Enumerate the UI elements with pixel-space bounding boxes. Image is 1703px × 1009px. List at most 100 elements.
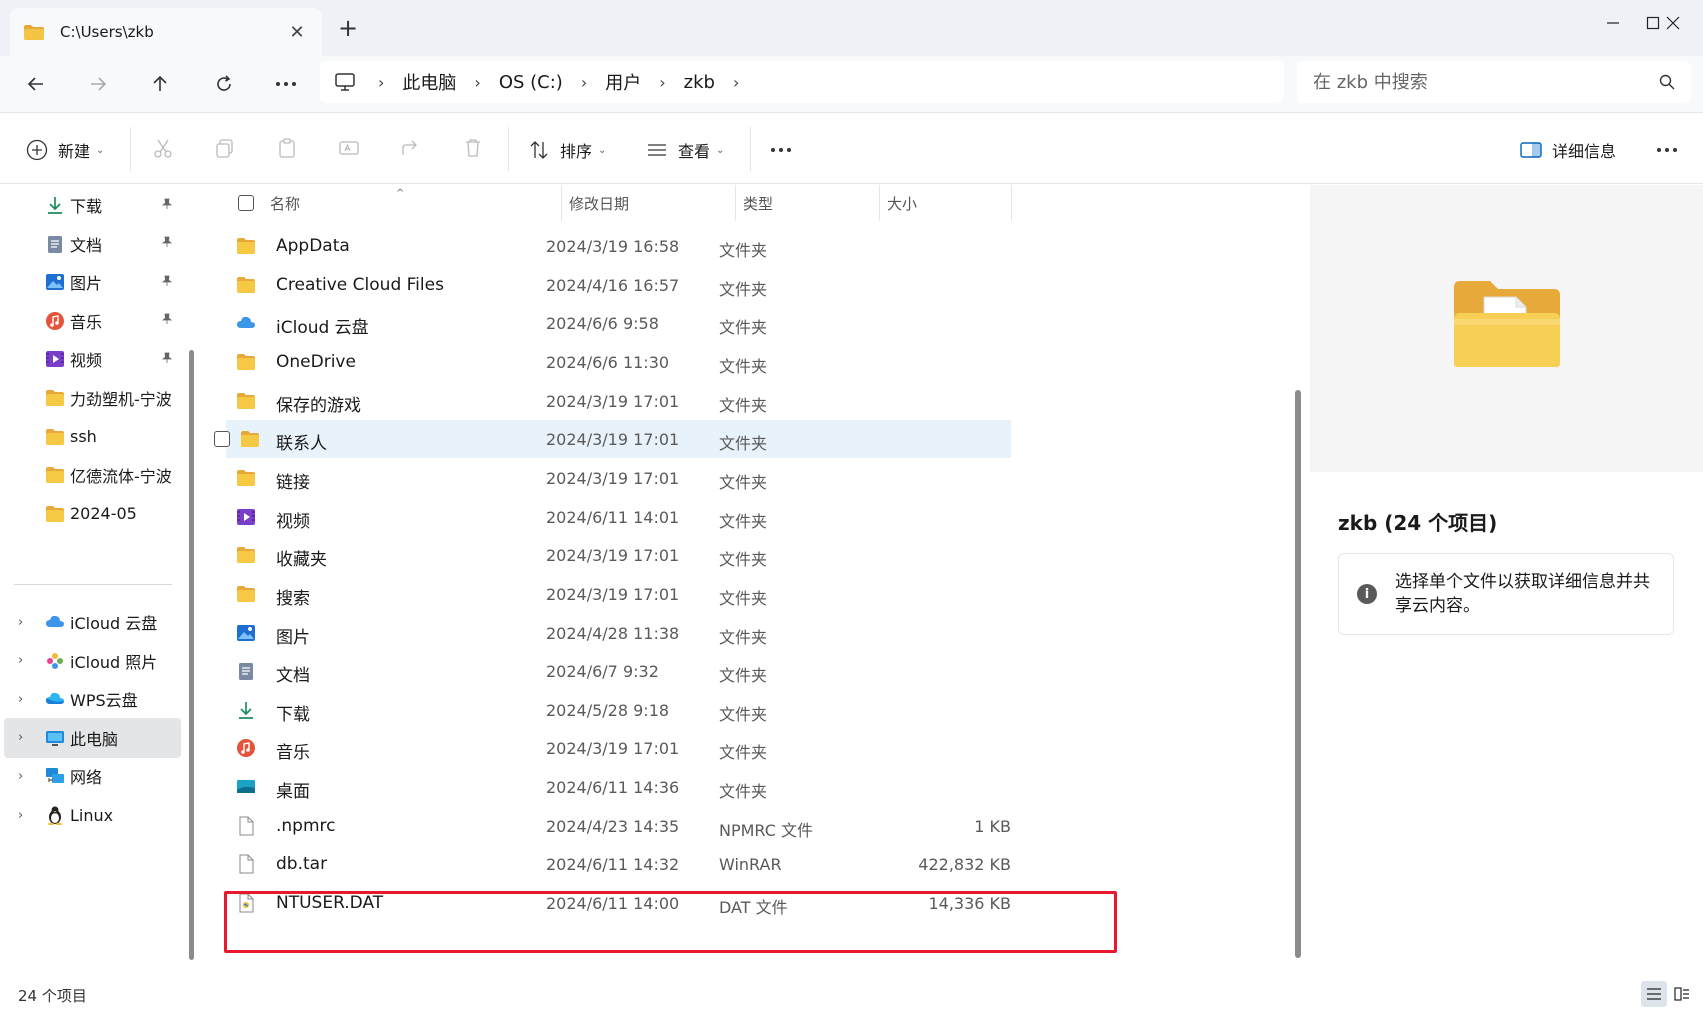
- file-modified: 2024/4/16 16:57: [546, 275, 680, 295]
- sidebar-item-location[interactable]: › 网络: [4, 756, 181, 796]
- search-icon[interactable]: [1659, 74, 1675, 90]
- cut-icon[interactable]: [152, 137, 174, 159]
- sidebar-item-quick[interactable]: 力劲塑机-宁波: [4, 378, 181, 418]
- file-row[interactable]: OneDrive 2024/6/6 11:30 文件夹: [226, 343, 1011, 381]
- search-box[interactable]: [1297, 61, 1691, 103]
- back-arrow-icon[interactable]: [18, 68, 54, 100]
- sidebar-item-location[interactable]: › WPS云盘: [4, 679, 181, 719]
- file-row[interactable]: 搜索 2024/3/19 17:01 文件夹: [226, 575, 1011, 613]
- pin-icon[interactable]: [161, 352, 173, 367]
- sort-button[interactable]: 排序 ⌄: [528, 133, 606, 167]
- file-row[interactable]: db.tar 2024/6/11 14:32 WinRAR 422,832 KB: [226, 845, 1011, 883]
- sidebar-item-quick[interactable]: 视频: [4, 339, 181, 379]
- chevron-right-icon[interactable]: ›: [18, 615, 23, 630]
- tiles-view-button[interactable]: [1669, 981, 1695, 1007]
- breadcrumb-this-pc[interactable]: 此电脑: [402, 69, 456, 95]
- sidebar-item-location[interactable]: › iCloud 云盘: [4, 602, 181, 642]
- file-row[interactable]: 桌面 2024/6/11 14:36 文件夹: [226, 768, 1011, 806]
- file-row[interactable]: .npmrc 2024/4/23 14:35 NPMRC 文件 1 KB: [226, 807, 1011, 845]
- copy-icon[interactable]: [214, 137, 236, 159]
- file-list-scrollbar[interactable]: [1295, 390, 1301, 958]
- delete-icon[interactable]: [462, 137, 484, 159]
- file-row[interactable]: 视频 2024/6/11 14:01 文件夹: [226, 498, 1011, 536]
- breadcrumb-zkb[interactable]: zkb: [684, 72, 715, 93]
- details-view-button[interactable]: [1641, 981, 1667, 1007]
- chevron-right-icon[interactable]: ›: [378, 73, 384, 92]
- pin-icon[interactable]: [161, 313, 173, 328]
- file-row[interactable]: Creative Cloud Files 2024/4/16 16:57 文件夹: [226, 266, 1011, 304]
- search-input[interactable]: [1313, 71, 1659, 93]
- pin-icon[interactable]: [161, 275, 173, 290]
- details-pane-button[interactable]: 详细信息: [1520, 133, 1616, 167]
- file-row[interactable]: iCloud 云盘 2024/6/6 9:58 文件夹: [226, 304, 1011, 342]
- chevron-down-icon: ⌄: [96, 144, 105, 156]
- chevron-right-icon[interactable]: ›: [733, 73, 739, 92]
- sidebar-item-label: 亿德流体-宁波: [70, 467, 172, 487]
- refresh-icon[interactable]: [206, 68, 242, 100]
- up-arrow-icon[interactable]: [142, 68, 178, 100]
- file-name: 视频: [276, 511, 310, 532]
- file-name: 搜索: [276, 588, 310, 609]
- sidebar-item-label: iCloud 照片: [70, 652, 158, 672]
- sidebar-item-quick[interactable]: 音乐: [4, 301, 181, 341]
- sidebar-item-location[interactable]: › iCloud 照片: [4, 641, 181, 681]
- file-row[interactable]: 图片 2024/4/28 11:38 文件夹: [226, 614, 1011, 652]
- sidebar-scrollbar[interactable]: [189, 350, 194, 960]
- more-nav-icon[interactable]: [268, 68, 304, 100]
- file-row[interactable]: 联系人 2024/3/19 17:01 文件夹: [214, 420, 1011, 459]
- rename-icon[interactable]: [338, 137, 360, 159]
- chevron-right-icon[interactable]: ›: [659, 73, 665, 92]
- new-button[interactable]: 新建 ⌄: [26, 133, 104, 167]
- file-row[interactable]: 收藏夹 2024/3/19 17:01 文件夹: [226, 536, 1011, 574]
- sidebar-item-quick[interactable]: 2024-05: [4, 494, 181, 534]
- share-icon[interactable]: [400, 137, 422, 159]
- sidebar-item-quick[interactable]: 亿德流体-宁波: [4, 455, 181, 495]
- chevron-right-icon[interactable]: ›: [18, 730, 23, 745]
- paste-icon[interactable]: [276, 137, 298, 159]
- chevron-right-icon[interactable]: ›: [18, 769, 23, 784]
- pin-icon[interactable]: [161, 236, 173, 251]
- sidebar-item-quick[interactable]: ssh: [4, 417, 181, 457]
- sidebar-item-quick[interactable]: 文档: [4, 224, 181, 264]
- chevron-right-icon[interactable]: ›: [18, 692, 23, 707]
- row-checkbox[interactable]: [214, 431, 230, 448]
- column-header-type[interactable]: 类型: [743, 185, 773, 221]
- breadcrumb-os-c[interactable]: OS (C:): [499, 72, 563, 93]
- new-tab-button[interactable]: +: [338, 14, 358, 42]
- column-header-name[interactable]: 名称: [270, 185, 300, 221]
- column-header-size[interactable]: 大小: [887, 185, 917, 221]
- select-all-checkbox[interactable]: [238, 195, 254, 211]
- chevron-right-icon[interactable]: ›: [18, 808, 23, 823]
- sidebar-item-location[interactable]: › Linux: [4, 795, 181, 835]
- file-row[interactable]: 保存的游戏 2024/3/19 17:01 文件夹: [226, 382, 1011, 420]
- column-header-modified[interactable]: 修改日期: [569, 185, 629, 221]
- forward-arrow-icon[interactable]: [80, 68, 116, 100]
- new-label: 新建: [58, 142, 91, 161]
- pin-icon[interactable]: [161, 198, 173, 213]
- chevron-right-icon[interactable]: ›: [581, 73, 587, 92]
- tab-current[interactable]: C:\Users\zkb ✕: [10, 8, 322, 56]
- select-all-checkbox-area[interactable]: [238, 185, 254, 221]
- address-bar[interactable]: › 此电脑 › OS (C:) › 用户 › zkb ›: [320, 61, 1284, 103]
- file-row[interactable]: 音乐 2024/3/19 17:01 文件夹: [226, 729, 1011, 767]
- file-row[interactable]: NTUSER.DAT 2024/6/11 14:00 DAT 文件 14,336 KB: [226, 884, 1011, 922]
- sidebar-item-quick[interactable]: 下载: [4, 185, 181, 225]
- file-modified: 2024/6/6 11:30: [546, 352, 670, 372]
- file-row[interactable]: 下载 2024/5/28 9:18 文件夹: [226, 691, 1011, 729]
- file-size: 1 KB: [974, 816, 1011, 836]
- chevron-right-icon[interactable]: ›: [474, 73, 480, 92]
- breadcrumb-users[interactable]: 用户: [605, 69, 641, 95]
- view-button[interactable]: 查看 ⌄: [646, 133, 724, 167]
- close-tab-icon[interactable]: ✕: [286, 22, 308, 43]
- file-type: 文件夹: [719, 318, 768, 338]
- sidebar-item-quick[interactable]: 图片: [4, 262, 181, 302]
- more-options-button[interactable]: [770, 133, 802, 167]
- file-row[interactable]: AppData 2024/3/19 16:58 文件夹: [226, 227, 1011, 265]
- more-options-right-button[interactable]: [1656, 133, 1688, 167]
- file-row[interactable]: 链接 2024/3/19 17:01 文件夹: [226, 459, 1011, 497]
- chevron-right-icon[interactable]: ›: [18, 653, 23, 668]
- file-row[interactable]: 文档 2024/6/7 9:32 文件夹: [226, 652, 1011, 690]
- sidebar-item-location[interactable]: › 此电脑: [4, 717, 181, 758]
- file-name: NTUSER.DAT: [276, 893, 384, 914]
- close-window-icon[interactable]: [1650, 8, 1696, 38]
